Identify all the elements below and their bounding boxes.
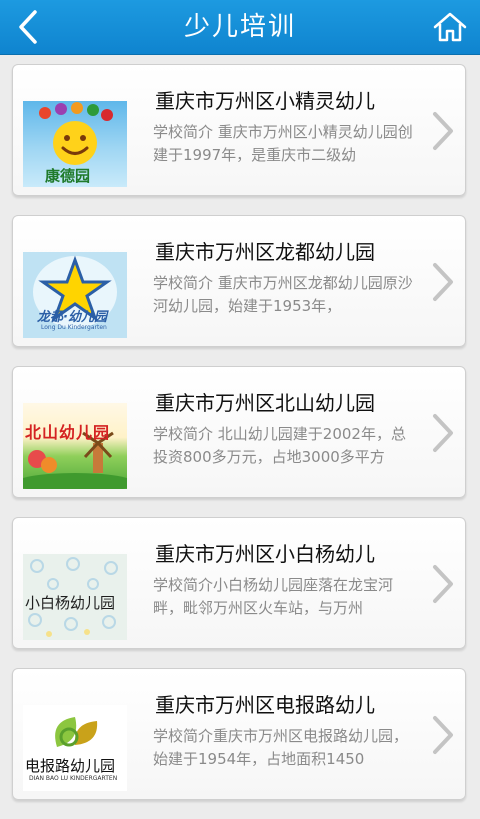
windmill-logo-graphic (23, 431, 127, 489)
school-logo: 龙都·幼儿园 Long Du Kindergarten (23, 252, 127, 338)
school-description: 学校简介重庆市万州区电报路幼儿园，始建于1954年，占地面积1450 (153, 727, 409, 768)
school-description: 学校简介 重庆市万州区龙都幼儿园原沙河幼儿园，始建于1953年， (153, 274, 413, 315)
chevron-right-icon (433, 414, 453, 452)
chevron-right-icon (433, 565, 453, 603)
school-description: 学校简介 北山幼儿园建于2002年，总投资800多万元，占地3000多平方 (153, 425, 406, 466)
school-logo: 电报路幼儿园 DIAN BAO LU KINDERGARTEN (23, 705, 127, 791)
school-logo-text: 小白杨幼儿园 (25, 594, 116, 612)
school-description: 学校简介小白杨幼儿园座落在龙宝河畔，毗邻万州区火车站，与万州 (153, 576, 394, 617)
chevron-right-icon (433, 112, 453, 150)
home-icon (433, 12, 467, 42)
school-list-item[interactable]: 北山幼儿园 重庆市万州区北山幼儿园 学校简介 北山幼儿园建于2002年，总投资8… (12, 366, 466, 498)
school-list-item[interactable]: 康德园 重庆市万州区小精灵幼儿 学校简介 重庆市万州区小精灵幼儿园创建于1997… (12, 64, 466, 196)
school-name: 重庆市万州区小精灵幼儿 (155, 89, 375, 113)
school-logo-text: 电报路幼儿园 (25, 757, 116, 775)
school-logo-subtext: Long Du Kindergarten (41, 324, 107, 331)
school-logo: 北山幼儿园 (23, 403, 127, 489)
school-logo-text: 康德园 (45, 167, 91, 185)
school-logo-text: 龙都·幼儿园 (37, 310, 107, 325)
school-logo-subtext: DIAN BAO LU KINDERGARTEN (29, 775, 118, 782)
school-logo: 康德园 (23, 101, 127, 187)
chevron-right-icon (433, 716, 453, 754)
school-list-item[interactable]: 电报路幼儿园 DIAN BAO LU KINDERGARTEN 重庆市万州区电报… (12, 668, 466, 800)
school-logo: 小白杨幼儿园 (23, 554, 127, 640)
school-description: 学校简介 重庆市万州区小精灵幼儿园创建于1997年，是重庆市二级幼 (153, 123, 413, 164)
school-logo-text: 北山幼儿园 (25, 423, 111, 442)
school-list-item[interactable]: 小白杨幼儿园 重庆市万州区小白杨幼儿 学校简介小白杨幼儿园座落在龙宝河畔，毗邻万… (12, 517, 466, 649)
chevron-right-icon (433, 263, 453, 301)
school-name: 重庆市万州区北山幼儿园 (155, 391, 375, 415)
school-list: 康德园 重庆市万州区小精灵幼儿 学校简介 重庆市万州区小精灵幼儿园创建于1997… (12, 64, 468, 819)
school-name: 重庆市万州区龙都幼儿园 (155, 240, 375, 264)
page-title: 少儿培训 (183, 12, 296, 42)
top-navigation-bar: 少儿培训 (0, 0, 480, 55)
home-button[interactable] (428, 6, 472, 48)
school-name: 重庆市万州区小白杨幼儿 (155, 542, 375, 566)
school-name: 重庆市万州区电报路幼儿 (155, 693, 375, 717)
school-list-item[interactable]: 龙都·幼儿园 Long Du Kindergarten 重庆市万州区龙都幼儿园 … (12, 215, 466, 347)
